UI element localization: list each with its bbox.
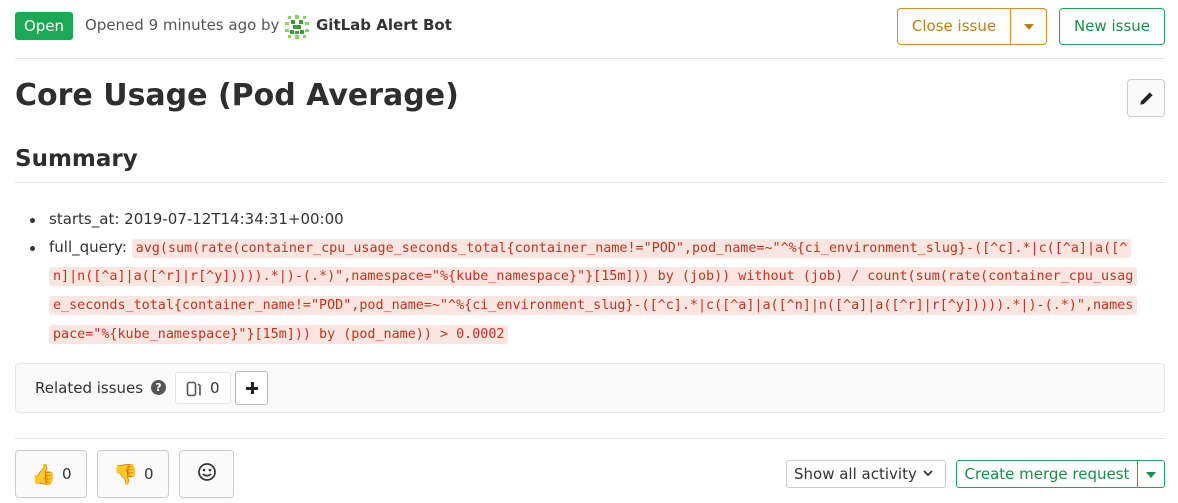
edit-title-button[interactable] [1127, 79, 1165, 117]
related-issues-title: Related issues [35, 379, 144, 397]
new-issue-button[interactable]: New issue [1059, 8, 1165, 45]
header-divider [15, 58, 1165, 59]
status-badge: Open [15, 12, 74, 40]
related-issues-count-badge: 0 [175, 372, 231, 404]
close-issue-button[interactable]: Close issue [898, 9, 1010, 44]
add-related-issue-button[interactable] [235, 371, 268, 405]
issue-title: Core Usage (Pod Average) [15, 78, 459, 113]
issuable-header: Open Opened 9 minutes ago by GitLab Aler… [15, 8, 1165, 48]
list-item: starts_at: 2019-07-12T14:34:31+00:00 [30, 206, 1139, 234]
thumbs-down-award-button[interactable]: 👎 0 [97, 450, 169, 498]
description-list: starts_at: 2019-07-12T14:34:31+00:00 ful… [30, 206, 1139, 349]
author-name-link[interactable]: GitLab Alert Bot [316, 16, 452, 34]
thumbs-down-icon: 👎 [113, 462, 138, 486]
summary-divider [15, 182, 1165, 183]
issues-icon [186, 381, 201, 397]
close-issue-button-group: Close issue [897, 8, 1047, 45]
activity-filter-label: Show all activity [794, 465, 917, 483]
caret-down-icon[interactable] [1146, 472, 1156, 478]
opened-meta-text: Opened 9 minutes ago by [85, 16, 280, 34]
chevron-down-icon [923, 470, 933, 477]
list-item: full_query: avg(sum(rate(container_cpu_u… [30, 234, 1139, 349]
add-reaction-button[interactable] [179, 450, 234, 498]
summary-heading: Summary [15, 146, 138, 172]
button-divider [1010, 9, 1011, 44]
related-issues-count: 0 [210, 379, 220, 397]
question-circle-icon[interactable]: ? [151, 380, 166, 395]
slightly-smiling-face-icon [198, 463, 216, 481]
button-divider [1137, 461, 1138, 487]
gitlab-bot-avatar-icon[interactable] [284, 14, 310, 40]
caret-down-icon[interactable] [1024, 24, 1034, 30]
pencil-icon [1140, 92, 1153, 105]
create-merge-request-button[interactable]: Create merge request [957, 461, 1137, 487]
awards-divider [15, 438, 1165, 439]
starts-at-value: 2019-07-12T14:34:31+00:00 [124, 210, 344, 228]
create-merge-request-button-group: Create merge request [956, 460, 1165, 488]
related-issues-block: Related issues ? 0 [15, 363, 1165, 413]
full-query-code: avg(sum(rate(container_cpu_usage_seconds… [49, 238, 1138, 344]
thumbs-up-icon: 👍 [31, 462, 56, 486]
activity-filter-dropdown[interactable]: Show all activity [786, 460, 946, 488]
full-query-key: full_query: [49, 237, 127, 256]
thumbs-up-award-button[interactable]: 👍 0 [15, 450, 87, 498]
thumbs-down-count: 0 [144, 465, 154, 483]
starts-at-key: starts_at: [49, 210, 120, 228]
thumbs-up-count: 0 [62, 465, 72, 483]
